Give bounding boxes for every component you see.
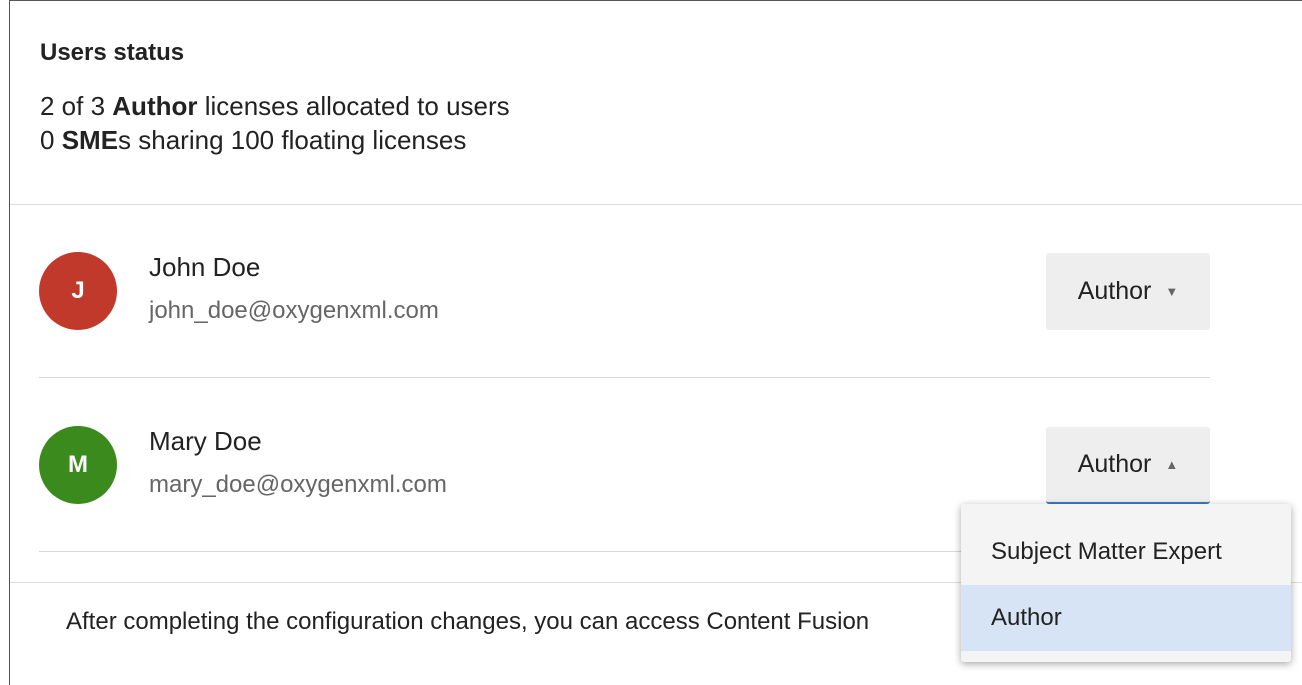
role-dropdown-button[interactable]: Author ▲ — [1046, 427, 1210, 504]
user-email: john_doe@oxygenxml.com — [149, 297, 439, 324]
footer-note: After completing the configuration chang… — [66, 608, 870, 635]
sme-licenses-summary: 0 SMEs sharing 100 floating licenses — [40, 125, 467, 155]
users-status-title: Users status — [40, 39, 185, 66]
user-email: mary_doe@oxygenxml.com — [149, 471, 447, 498]
user-name: Mary Doe — [149, 426, 262, 456]
chevron-down-icon: ▼ — [1165, 284, 1179, 299]
avatar: J — [39, 252, 117, 330]
user-name: John Doe — [149, 252, 261, 282]
chevron-up-icon: ▲ — [1165, 457, 1179, 472]
role-dropdown-button[interactable]: Author ▼ — [1046, 253, 1210, 330]
author-licenses-summary: 2 of 3 Author licenses allocated to user… — [40, 91, 510, 121]
role-dropdown-menu: Subject Matter Expert Author — [961, 504, 1291, 662]
role-option-sme[interactable]: Subject Matter Expert — [961, 519, 1291, 585]
role-option-author[interactable]: Author — [961, 585, 1291, 651]
avatar: M — [39, 426, 117, 504]
user-row: J John Doe john_doe@oxygenxml.com Author… — [39, 204, 1210, 378]
users-status-section: Users status 2 of 3 Author licenses allo… — [40, 39, 1302, 157]
role-dropdown-label: Author — [1077, 277, 1152, 305]
role-dropdown-label: Author — [1077, 450, 1152, 478]
